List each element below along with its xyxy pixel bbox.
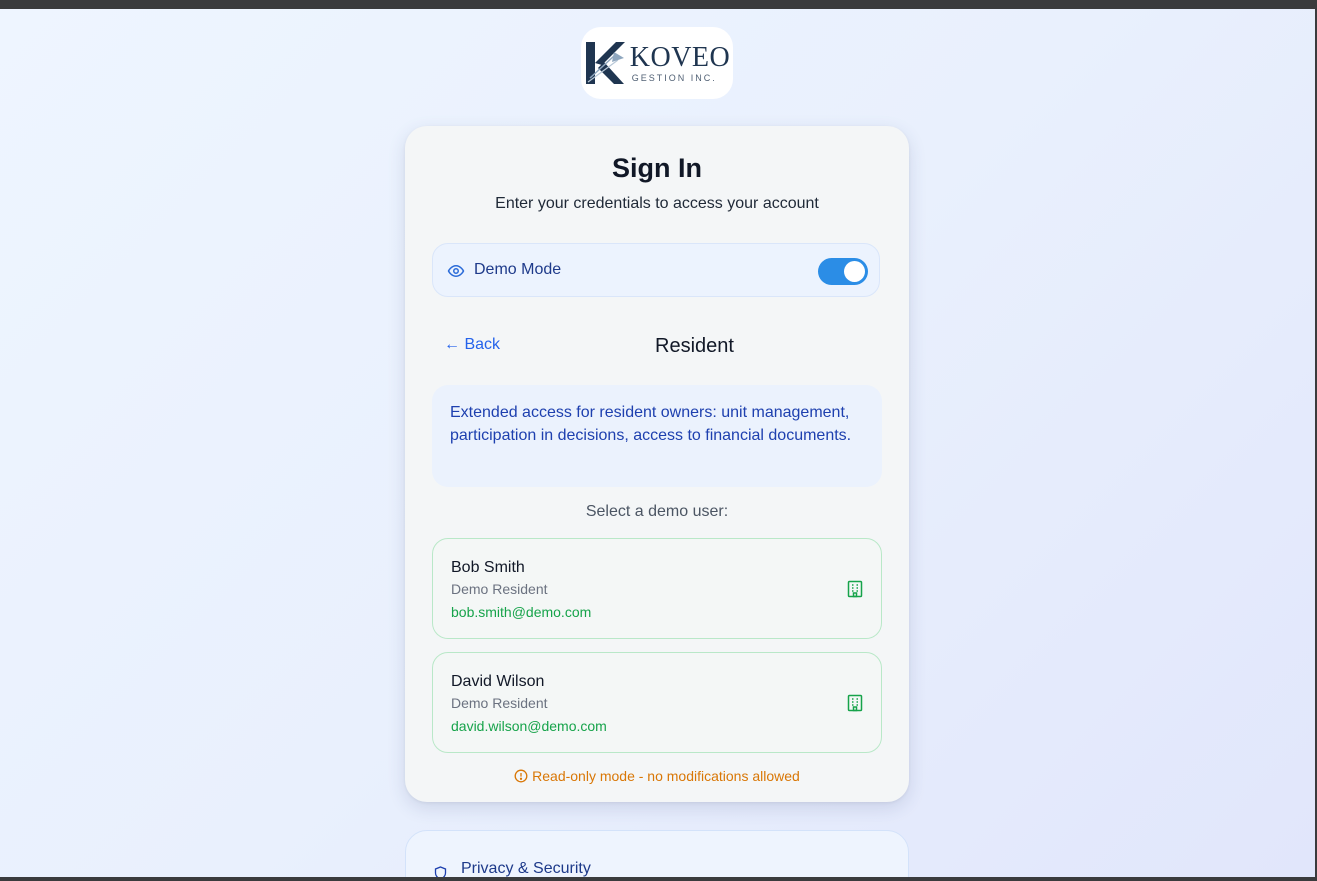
- select-user-prompt: Select a demo user:: [585, 503, 729, 520]
- eye-icon: [447, 265, 465, 277]
- window-edge: [0, 877, 1317, 881]
- role-description: Extended access for resident owners: uni…: [450, 404, 852, 444]
- page-subtitle: Enter your credentials to access your ac…: [495, 195, 819, 212]
- shield-icon: [434, 866, 447, 877]
- building-icon: [847, 694, 863, 712]
- toggle-knob: [844, 261, 865, 282]
- demo-user-card[interactable]: David Wilson Demo Resident david.wilson@…: [432, 652, 882, 753]
- demo-mode-label: Demo Mode: [474, 261, 562, 278]
- demo-mode-toggle[interactable]: [818, 258, 868, 285]
- role-description-box: Extended access for resident owners: uni…: [432, 385, 882, 487]
- user-email: david.wilson@demo.com: [451, 718, 607, 734]
- user-role: Demo Resident: [451, 581, 548, 597]
- building-icon: [847, 580, 863, 598]
- koveo-logo: KOVEO GESTION INC.: [581, 27, 733, 99]
- user-name: Bob Smith: [451, 559, 525, 576]
- back-button[interactable]: ← Back: [444, 336, 500, 354]
- sign-in-card: Sign In Enter your credentials to access…: [405, 126, 909, 802]
- role-title: Resident: [655, 335, 734, 357]
- page-title: Sign In: [612, 153, 702, 183]
- brand-subtitle: GESTION INC.: [631, 72, 717, 83]
- demo-user-card[interactable]: Bob Smith Demo Resident bob.smith@demo.c…: [432, 538, 882, 639]
- read-only-text: Read-only mode - no modifications allowe…: [532, 768, 800, 784]
- user-role: Demo Resident: [451, 695, 548, 711]
- demo-mode-row: Demo Mode: [432, 243, 880, 297]
- page-background: KOVEO GESTION INC. Sign In Enter your cr…: [0, 9, 1315, 877]
- alert-circle-icon: [514, 769, 528, 783]
- privacy-security-card[interactable]: Privacy & Security: [405, 830, 909, 877]
- brand-name: KOVEO: [629, 41, 731, 73]
- user-email: bob.smith@demo.com: [451, 604, 592, 620]
- user-name: David Wilson: [451, 673, 545, 690]
- koveo-logo-mark: [585, 42, 625, 84]
- read-only-notice: Read-only mode - no modifications allowe…: [405, 768, 909, 784]
- privacy-security-label: Privacy & Security: [461, 860, 591, 877]
